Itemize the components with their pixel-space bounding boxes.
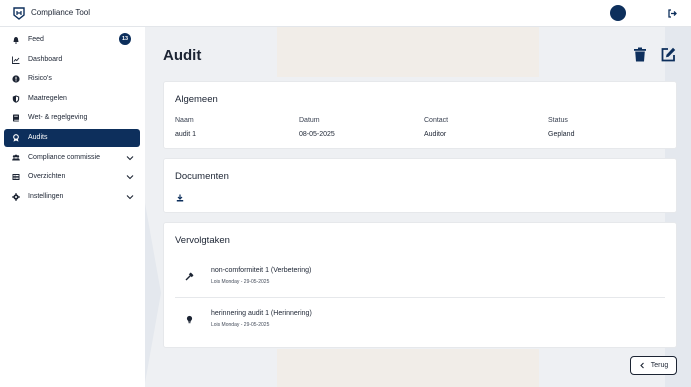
sidebar-item-label: Feed (28, 36, 44, 43)
shield-icon (12, 95, 20, 103)
back-button[interactable]: Terug (630, 356, 677, 375)
task-meta: Lois Monday - 29-05-2025 (211, 279, 270, 285)
sidebar-item-label: Compliance commissie (28, 154, 100, 161)
main-content: Audit Algemeen Naam Datum Contact Status… (145, 27, 691, 387)
sidebar-item-label: Instellingen (28, 193, 64, 200)
sidebar-item-label: Wet- & regelgeving (28, 114, 88, 121)
column-header-datum: Datum (299, 117, 320, 124)
sidebar-item-overzichten[interactable]: Overzichten (4, 168, 140, 186)
alert-circle-icon (12, 75, 20, 83)
app-title: Compliance Tool (31, 8, 90, 17)
logout-icon[interactable] (667, 8, 678, 19)
chevron-left-icon (639, 362, 644, 369)
task-meta: Lois Monday - 29-05-2025 (211, 322, 270, 328)
chart-line-icon (12, 56, 20, 64)
lightbulb-icon (186, 315, 193, 324)
sidebar-item-maatregelen[interactable]: Maatregelen (4, 90, 140, 108)
feed-count-badge: 13 (119, 33, 131, 45)
sidebar-item-label: Overzichten (28, 173, 66, 180)
top-bar: Compliance Tool (0, 0, 691, 27)
audit-name-value: audit 1 (175, 131, 197, 138)
chevron-down-icon (126, 195, 134, 200)
edit-icon[interactable] (661, 47, 676, 62)
bell-icon (13, 37, 19, 44)
documents-card: Documenten (163, 158, 677, 213)
column-header-naam: Naam (175, 117, 194, 124)
sidebar-item-instellingen[interactable]: Instellingen (4, 188, 140, 206)
sidebar-item-dashboard[interactable]: Dashboard (4, 51, 140, 69)
column-header-contact: Contact (424, 117, 449, 124)
chevron-down-icon (126, 156, 134, 161)
followup-title: Vervolgtaken (175, 235, 230, 246)
gear-icon (12, 193, 20, 201)
sidebar-item-risicos[interactable]: Risico's (4, 70, 140, 88)
followup-task[interactable]: herinnering audit 1 (Herinnering) Lois M… (175, 300, 665, 340)
audit-contact-value: Auditor (424, 131, 447, 138)
sidebar-item-wet-regelgeving[interactable]: Wet- & regelgeving (4, 109, 140, 127)
sidebar-item-label: Audits (28, 134, 48, 141)
sidebar-item-audits[interactable]: Audits (4, 129, 140, 147)
general-title: Algemeen (175, 94, 218, 105)
audit-status-value: Gepland (548, 131, 575, 138)
sidebar-item-feed[interactable]: Feed 13 (4, 31, 140, 49)
audit-icon (13, 134, 19, 142)
book-icon (13, 114, 19, 122)
hammer-icon (185, 272, 194, 281)
background-decoration (145, 203, 161, 383)
followup-task[interactable]: non-comformiteit 1 (Verbetering) Lois Mo… (175, 257, 665, 297)
divider (175, 297, 665, 298)
app-logo-icon (13, 7, 25, 20)
general-card: Algemeen Naam Datum Contact Status audit… (163, 81, 677, 149)
page-title: Audit (163, 47, 202, 64)
audit-date-value: 08-05-2025 (299, 131, 335, 138)
sidebar-item-label: Risico's (28, 75, 52, 82)
sidebar-item-label: Dashboard (28, 56, 63, 63)
background-decoration (277, 27, 539, 77)
table-icon (12, 174, 20, 180)
background-decoration (277, 349, 539, 387)
sidebar-item-compliance-commissie[interactable]: Compliance commissie (4, 149, 140, 167)
back-button-label: Terug (650, 362, 669, 369)
trash-icon[interactable] (633, 47, 647, 62)
column-header-status: Status (548, 117, 568, 124)
followup-card: Vervolgtaken non-comformiteit 1 (Verbete… (163, 222, 677, 348)
sidebar-item-label: Maatregelen (28, 95, 67, 102)
documents-title: Documenten (175, 171, 229, 182)
task-title: non-comformiteit 1 (Verbetering) (211, 267, 312, 274)
task-title: herinnering audit 1 (Herinnering) (211, 310, 312, 317)
users-icon (12, 154, 20, 161)
user-avatar[interactable] (610, 5, 626, 21)
chevron-down-icon (126, 175, 134, 180)
download-icon[interactable] (176, 194, 184, 202)
sidebar: Feed 13 Dashboard Risico's Maatregelen W… (0, 27, 145, 387)
